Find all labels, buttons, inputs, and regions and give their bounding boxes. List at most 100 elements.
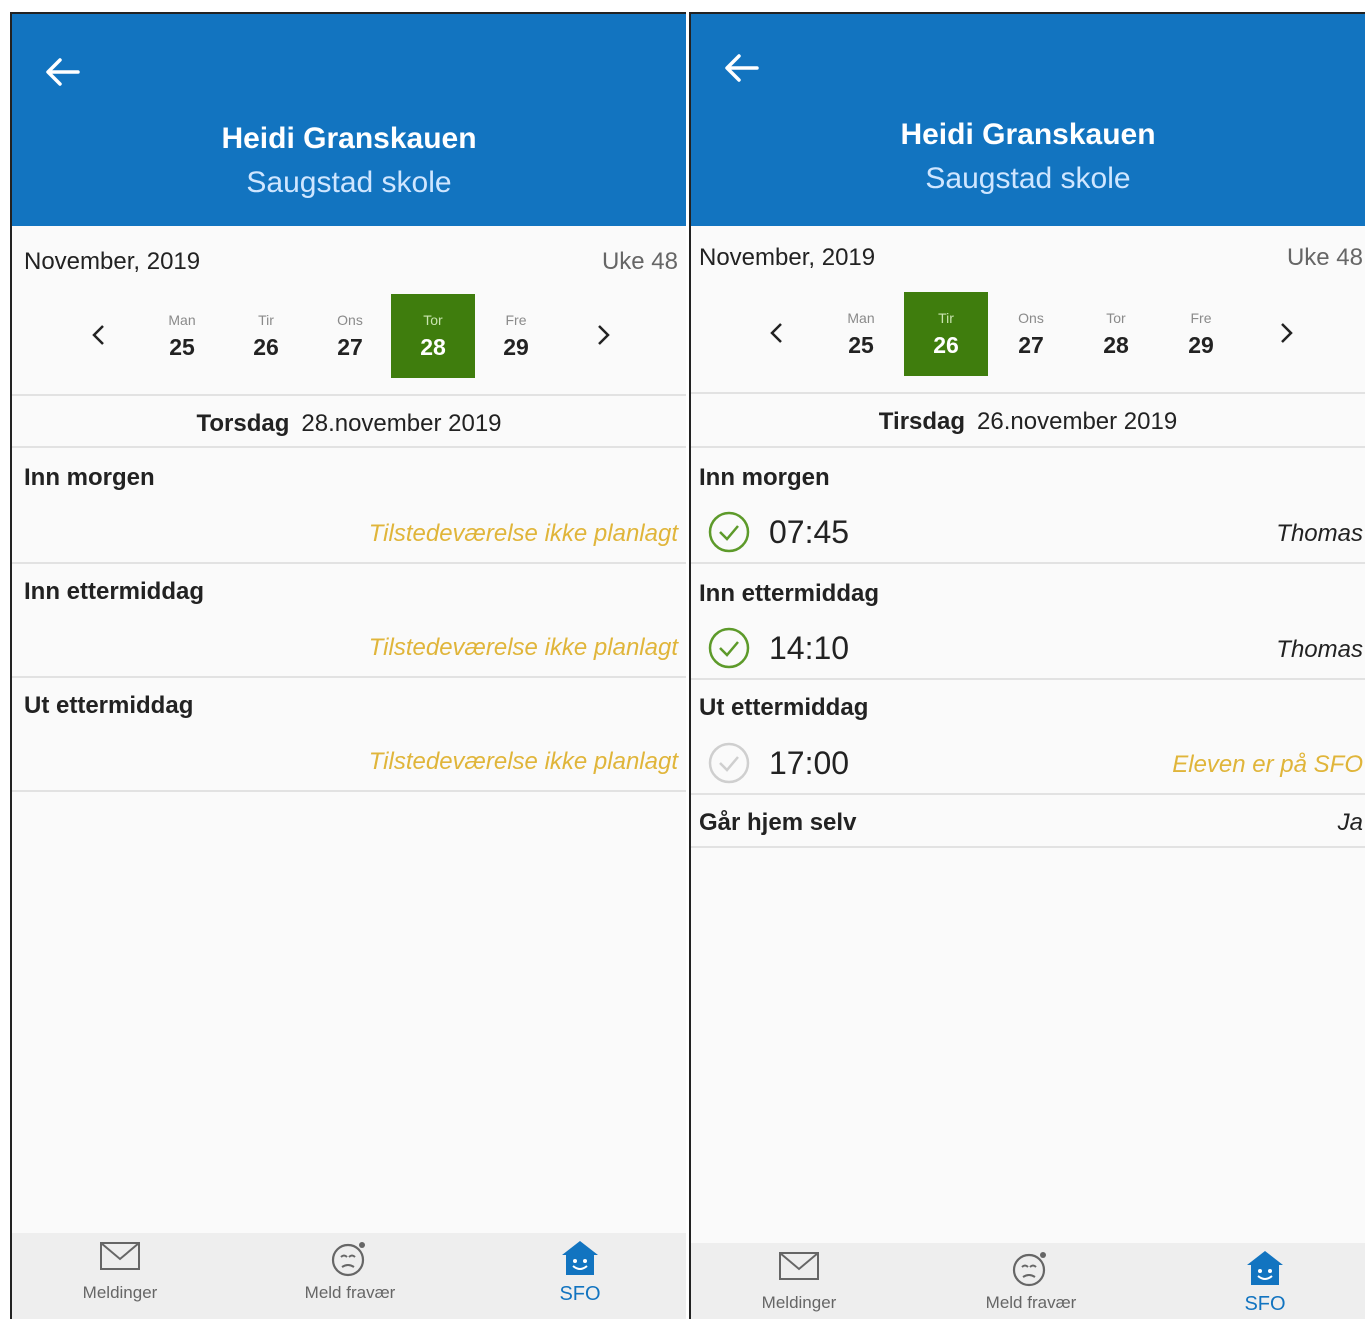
day-ons[interactable]: Ons 27: [308, 294, 392, 378]
day-name: Man: [847, 310, 875, 326]
nav-absence-label: Meld fravær: [985, 1293, 1077, 1312]
chevron-left-icon: [770, 323, 782, 343]
pending-circle-icon: [708, 742, 750, 784]
month-label: November, 2019: [699, 244, 876, 271]
day-date: 26: [933, 332, 959, 358]
day-date: 29: [1188, 332, 1214, 358]
nav-absence[interactable]: Meld fravær: [260, 1233, 440, 1319]
chevron-left-icon: [92, 325, 104, 345]
divider: [12, 394, 686, 396]
day-name: Tir: [258, 312, 274, 328]
student-name: Heidi Granskauen: [900, 118, 1156, 151]
nav-messages[interactable]: Meldinger: [709, 1243, 889, 1319]
day-date: 27: [337, 334, 363, 360]
day-tor[interactable]: Tor 28: [1074, 292, 1158, 376]
checked-by: Thomas: [1276, 520, 1363, 547]
day-name: Fre: [1190, 310, 1212, 326]
nav-sfo-label: SFO: [559, 1283, 601, 1305]
day-tor-selected[interactable]: Tor 28: [391, 294, 475, 378]
day-name: Ons: [337, 312, 363, 328]
bottom-nav: Meldinger Meld fravær SFO: [691, 1243, 1365, 1319]
back-arrow-icon: [46, 58, 80, 86]
nav-messages-label: Meldinger: [82, 1283, 158, 1302]
walks-home-value: Ja: [1337, 809, 1363, 836]
divider: [12, 790, 686, 792]
section-inn-ettermiddag: Inn ettermiddag: [699, 580, 880, 607]
day-date: 29: [503, 334, 529, 360]
section-inn-morgen: Inn morgen: [699, 464, 830, 491]
section-inn-morgen: Inn morgen: [24, 464, 155, 491]
status-note: Tilstedeværelse ikke planlagt: [368, 634, 678, 661]
envelope-icon: [779, 1252, 819, 1280]
bottom-nav: Meldinger Meld fravær SFO: [12, 1233, 686, 1319]
day-name: Tor: [1106, 310, 1126, 326]
selected-date-text: 28.november 2019: [301, 410, 502, 437]
day-strip: Man 25 Tir 26 Ons 27 Tor 28 Fre 29: [691, 292, 1365, 376]
divider: [691, 562, 1365, 564]
day-man[interactable]: Man 25: [140, 294, 224, 378]
student-name: Heidi Granskauen: [221, 122, 477, 155]
check-time: 17:00: [769, 745, 850, 781]
day-name: Man: [168, 312, 196, 328]
day-date: 26: [253, 334, 279, 360]
back-button[interactable]: [721, 50, 761, 86]
day-fre[interactable]: Fre 29: [1159, 292, 1243, 376]
section-inn-ettermiddag: Inn ettermiddag: [24, 578, 205, 605]
day-fre[interactable]: Fre 29: [474, 294, 558, 378]
back-button[interactable]: [42, 54, 82, 90]
day-name: Tir: [938, 310, 954, 326]
divider: [12, 676, 686, 678]
week-label: Uke 48: [1286, 244, 1363, 271]
next-week-button[interactable]: [1269, 316, 1303, 350]
month-label: November, 2019: [24, 248, 201, 275]
screen-left: Heidi Granskauen Saugstad skole November…: [10, 12, 686, 1319]
check-circle-icon: [708, 627, 750, 669]
chevron-right-icon: [598, 325, 610, 345]
nav-absence-label: Meld fravær: [304, 1283, 396, 1302]
school-name: Saugstad skole: [246, 166, 452, 199]
week-label: Uke 48: [601, 248, 678, 275]
nav-messages-label: Meldinger: [761, 1293, 837, 1312]
selected-weekday: Torsdag: [196, 410, 290, 437]
nav-sfo[interactable]: SFO: [490, 1233, 670, 1319]
divider: [691, 793, 1365, 795]
day-tir[interactable]: Tir 26: [224, 294, 308, 378]
section-gaar-hjem-selv: Går hjem selv: [699, 809, 857, 836]
day-strip: Man 25 Tir 26 Ons 27 Tor 28 Fre 29: [12, 294, 686, 378]
status-note: Tilstedeværelse ikke planlagt: [368, 520, 678, 547]
back-arrow-icon: [725, 54, 759, 82]
divider: [12, 446, 686, 448]
divider: [691, 678, 1365, 680]
day-name: Fre: [505, 312, 527, 328]
day-man[interactable]: Man 25: [819, 292, 903, 376]
divider: [691, 446, 1365, 448]
nav-absence[interactable]: Meld fravær: [941, 1243, 1121, 1319]
house-face-icon: [562, 1241, 598, 1275]
header: Heidi Granskauen Saugstad skole: [12, 14, 686, 226]
prev-week-button[interactable]: [760, 316, 794, 350]
day-ons[interactable]: Ons 27: [989, 292, 1073, 376]
sick-face-icon: [1012, 1252, 1046, 1287]
day-date: 25: [169, 334, 195, 360]
divider: [12, 562, 686, 564]
sick-face-icon: [331, 1242, 365, 1277]
screen-right: Heidi Granskauen Saugstad skole November…: [689, 12, 1365, 1319]
divider: [691, 392, 1365, 394]
nav-messages[interactable]: Meldinger: [30, 1233, 210, 1319]
check-circle-icon: [708, 511, 750, 553]
chevron-right-icon: [1281, 323, 1293, 343]
day-date: 27: [1018, 332, 1044, 358]
divider: [691, 846, 1365, 848]
day-name: Ons: [1018, 310, 1044, 326]
next-week-button[interactable]: [586, 318, 620, 352]
day-tir-selected[interactable]: Tir 26: [904, 292, 988, 376]
check-time: 14:10: [769, 630, 850, 666]
status-note: Tilstedeværelse ikke planlagt: [368, 748, 678, 775]
nav-sfo[interactable]: SFO: [1175, 1243, 1355, 1319]
nav-sfo-label: SFO: [1244, 1293, 1286, 1315]
day-date: 25: [848, 332, 874, 358]
day-name: Tor: [423, 312, 443, 328]
section-ut-ettermiddag: Ut ettermiddag: [24, 692, 194, 719]
school-name: Saugstad skole: [925, 162, 1131, 195]
prev-week-button[interactable]: [82, 318, 116, 352]
